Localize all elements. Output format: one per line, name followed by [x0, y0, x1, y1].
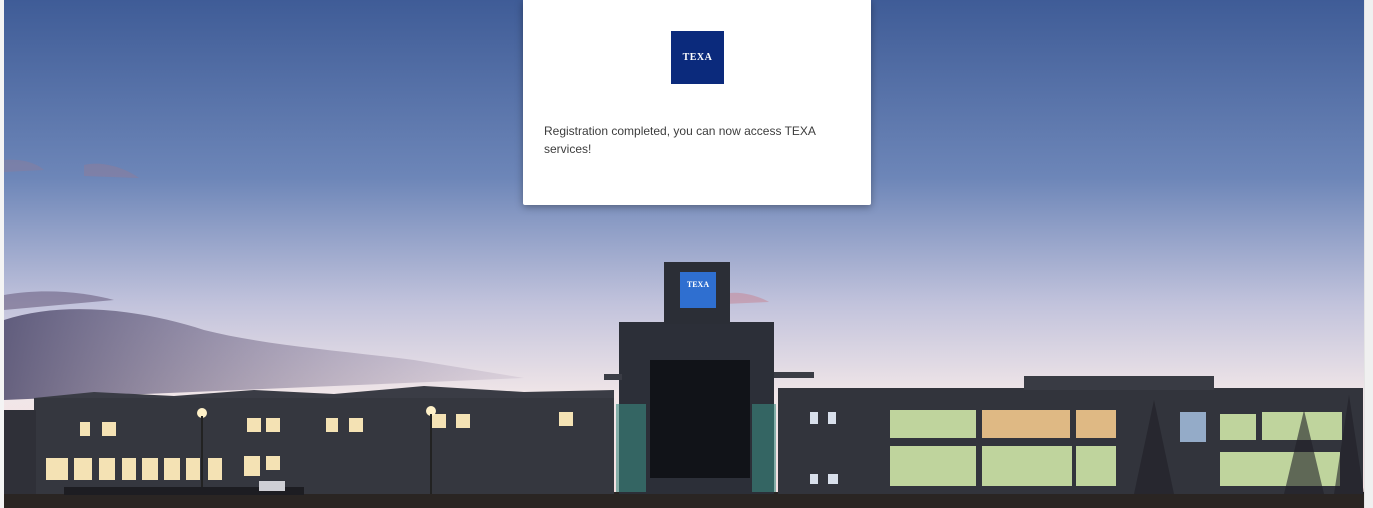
page-viewport: TEXA TEXA Registration completed, you ca [4, 0, 1365, 508]
building-sign-text: TEXA [687, 280, 709, 289]
vertical-scrollbar[interactable] [1364, 0, 1373, 508]
registration-card: TEXA Registration completed, you can now… [523, 0, 871, 205]
texa-logo-text: TEXA [682, 52, 713, 63]
texa-logo: TEXA [671, 31, 724, 84]
registration-message: Registration completed, you can now acce… [544, 124, 816, 156]
